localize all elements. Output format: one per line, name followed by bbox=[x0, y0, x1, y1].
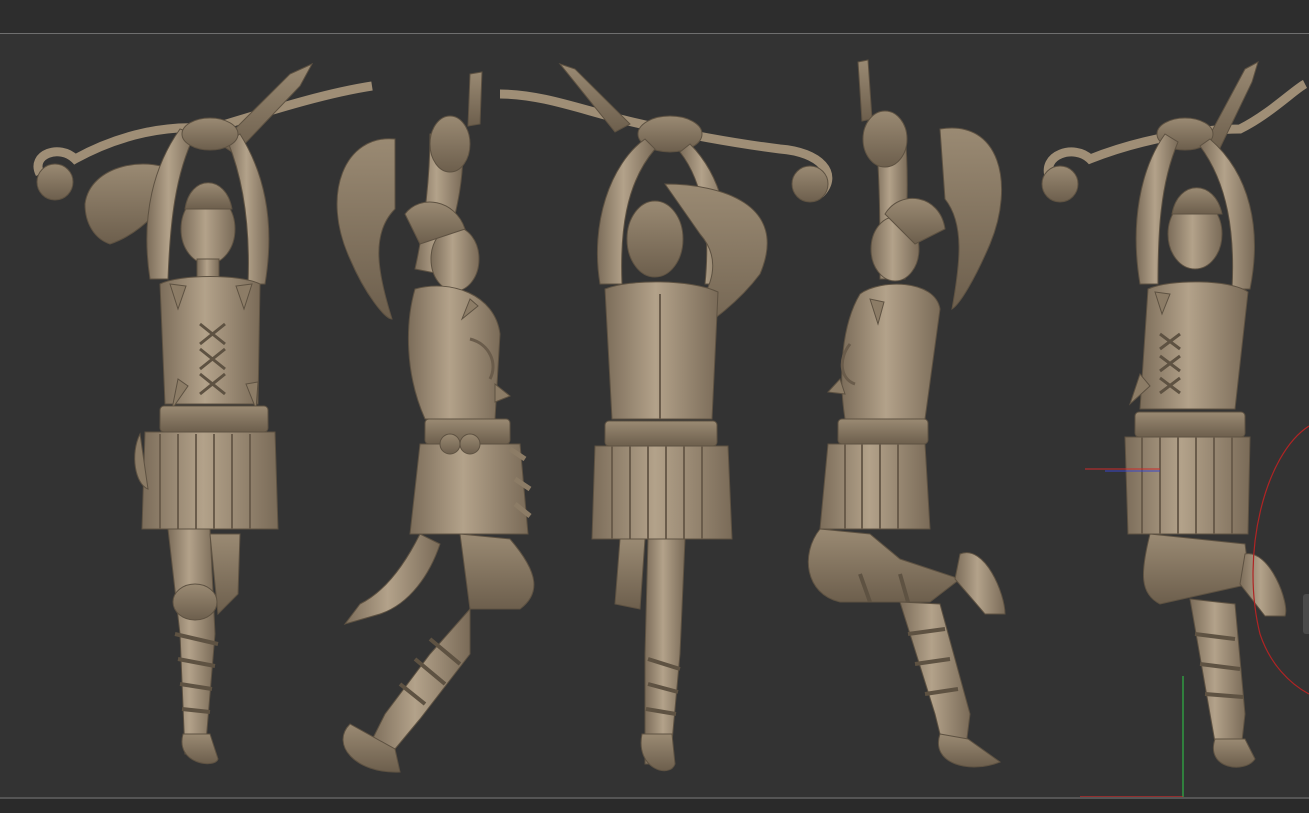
top-toolbar bbox=[0, 0, 1309, 33]
side-panel-handle[interactable] bbox=[1303, 594, 1309, 634]
figure-right-side[interactable] bbox=[807, 59, 1006, 768]
bottom-shelf bbox=[0, 799, 1309, 813]
figure-three-quarter[interactable] bbox=[1041, 60, 1308, 768]
world-axis-indicator bbox=[1080, 676, 1184, 797]
figure-left-side[interactable] bbox=[336, 71, 535, 773]
figure-back[interactable] bbox=[499, 62, 833, 772]
viewport-canvas bbox=[33, 59, 1309, 797]
figure-front[interactable] bbox=[33, 62, 373, 765]
sculpt-viewport[interactable] bbox=[0, 34, 1309, 797]
